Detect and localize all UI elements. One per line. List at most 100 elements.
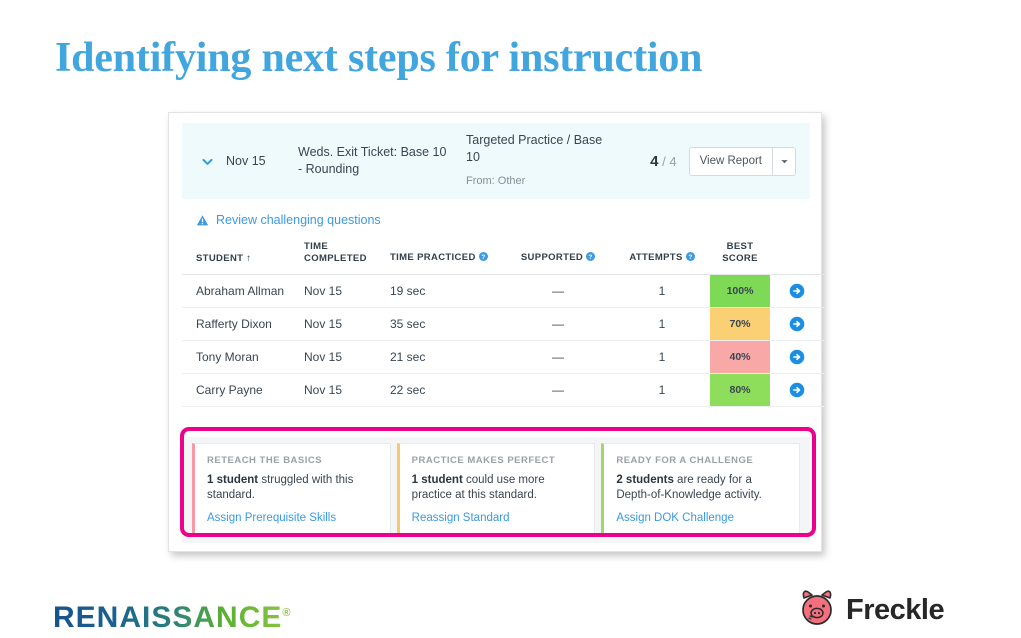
cell-time-completed: Nov 15 bbox=[304, 307, 390, 341]
cell-student: Abraham Allman bbox=[182, 274, 304, 308]
recommendation-body: 1 student could use more practice at thi… bbox=[412, 473, 583, 503]
arrow-right-circle-icon[interactable] bbox=[789, 283, 805, 299]
assignment-score-completed: 4 bbox=[650, 152, 659, 170]
recommendation-count: 2 students bbox=[616, 474, 674, 486]
column-header-time-practiced-label: TIME PRACTICED bbox=[390, 252, 476, 263]
report-card-inner: Nov 15 Weds. Exit Ticket: Base 10 - Roun… bbox=[182, 123, 824, 543]
recommendation-title: RETEACH THE BASICS bbox=[207, 455, 323, 466]
score-badge: 100% bbox=[710, 275, 770, 307]
cell-time-practiced: 22 sec bbox=[390, 373, 502, 407]
recommendation-link[interactable]: Assign DOK Challenge bbox=[616, 512, 787, 524]
column-header-best-score-line1: BEST bbox=[726, 241, 754, 252]
cell-best-score: 80% bbox=[710, 373, 770, 407]
cell-best-score: 40% bbox=[710, 340, 770, 374]
cell-attempts: 1 bbox=[614, 340, 710, 374]
cell-student: Tony Moran bbox=[182, 340, 304, 374]
arrow-right-circle-icon[interactable] bbox=[789, 382, 805, 398]
recommendation-title: PRACTICE MAKES PERFECT bbox=[411, 455, 556, 466]
report-card: Nov 15 Weds. Exit Ticket: Base 10 - Roun… bbox=[168, 112, 824, 552]
table-body: Abraham Allman Nov 15 19 sec —1 100% Rafferty… bbox=[182, 274, 824, 407]
assignment-standard-text: Targeted Practice / Base 10 bbox=[466, 133, 603, 164]
student-roster-table: STUDENT ↑ TIME COMPLETED TIME PRACTICED?… bbox=[182, 237, 824, 407]
assignment-score: 4 / 4 bbox=[627, 153, 689, 170]
view-report-button-group[interactable]: View Report bbox=[688, 146, 796, 176]
pig-face-icon bbox=[797, 589, 837, 632]
cell-time-practiced: 19 sec bbox=[390, 274, 502, 308]
recommendation-card: READY FOR A CHALLENGE 2 students are read… bbox=[601, 443, 801, 537]
caret-down-icon[interactable] bbox=[772, 147, 795, 175]
cell-supported: — bbox=[502, 373, 614, 407]
column-header-best-score[interactable]: BEST SCORE bbox=[710, 237, 770, 275]
renaissance-logo: RENAISSANCE® bbox=[53, 601, 291, 635]
recommendation-card: RETEACH THE BASICS 1 student struggled wi… bbox=[192, 443, 391, 537]
recommendations-panel: RETEACH THE BASICS 1 student struggled wi… bbox=[182, 437, 810, 543]
recommendation-link[interactable]: Assign Prerequisite Skills bbox=[207, 512, 378, 524]
column-header-student[interactable]: STUDENT ↑ bbox=[182, 237, 304, 275]
recommendation-card: PRACTICE MAKES PERFECT 1 student could us… bbox=[396, 443, 596, 537]
cell-best-score: 70% bbox=[710, 307, 770, 341]
help-circle-icon[interactable]: ? bbox=[685, 252, 695, 265]
help-circle-icon[interactable]: ? bbox=[478, 252, 488, 265]
recommendation-count: 1 student bbox=[207, 474, 259, 486]
cell-time-completed: Nov 15 bbox=[304, 340, 390, 374]
svg-text:?: ? bbox=[688, 254, 692, 261]
cell-supported: — bbox=[502, 274, 614, 308]
recommendation-title: READY FOR A CHALLENGE bbox=[616, 455, 754, 466]
view-report-button[interactable]: View Report bbox=[690, 148, 772, 175]
column-header-time-completed[interactable]: TIME COMPLETED bbox=[304, 237, 390, 275]
renaissance-registered-mark: ® bbox=[282, 607, 292, 619]
recommendation-body: 1 student struggled with this standard. bbox=[207, 473, 378, 503]
svg-text:?: ? bbox=[481, 254, 485, 261]
column-header-best-score-line2: SCORE bbox=[722, 253, 758, 264]
cell-attempts: 1 bbox=[614, 307, 710, 341]
cell-student: Rafferty Dixon bbox=[182, 307, 304, 341]
svg-text:?: ? bbox=[589, 254, 593, 261]
table-header-row: STUDENT ↑ TIME COMPLETED TIME PRACTICED?… bbox=[182, 237, 824, 275]
cell-row-action[interactable] bbox=[770, 373, 824, 407]
cell-time-completed: Nov 15 bbox=[304, 274, 390, 308]
cell-row-action[interactable] bbox=[770, 307, 824, 341]
score-badge: 80% bbox=[710, 374, 770, 406]
recommendation-body: 2 students are ready for a Depth-of-Know… bbox=[616, 473, 787, 503]
arrow-right-circle-icon[interactable] bbox=[789, 316, 805, 332]
cell-best-score: 100% bbox=[710, 274, 770, 308]
cell-row-action[interactable] bbox=[770, 340, 824, 374]
column-header-time-practiced[interactable]: TIME PRACTICED? bbox=[390, 237, 502, 275]
chevron-down-icon[interactable] bbox=[194, 155, 220, 168]
cell-student: Carry Payne bbox=[182, 373, 304, 407]
warning-triangle-icon bbox=[196, 214, 209, 227]
column-header-actions bbox=[770, 237, 824, 275]
score-badge: 40% bbox=[710, 341, 770, 373]
cell-attempts: 1 bbox=[614, 274, 710, 308]
cell-supported: — bbox=[502, 340, 614, 374]
assignment-source: From: Other bbox=[466, 175, 526, 187]
table-row[interactable]: Carry Payne Nov 15 22 sec —1 80% bbox=[182, 373, 824, 407]
freckle-logo-text: Freckle bbox=[846, 594, 945, 626]
cell-row-action[interactable] bbox=[770, 274, 824, 308]
cell-supported: — bbox=[502, 307, 614, 341]
cell-time-practiced: 21 sec bbox=[390, 340, 502, 374]
review-challenging-questions-row[interactable]: Review challenging questions bbox=[182, 199, 810, 237]
arrow-right-circle-icon[interactable] bbox=[789, 349, 805, 365]
column-header-supported[interactable]: SUPPORTED? bbox=[502, 237, 614, 275]
score-badge: 70% bbox=[710, 308, 770, 340]
table-row[interactable]: Tony Moran Nov 15 21 sec —1 40% bbox=[182, 340, 824, 374]
cell-time-completed: Nov 15 bbox=[304, 373, 390, 407]
assignment-standard: Targeted Practice / Base 10 From: Other bbox=[466, 132, 627, 190]
assignment-header-row[interactable]: Nov 15 Weds. Exit Ticket: Base 10 - Roun… bbox=[182, 123, 810, 199]
review-challenging-questions-link[interactable]: Review challenging questions bbox=[216, 213, 381, 227]
page-title: Identifying next steps for instruction bbox=[55, 35, 703, 81]
table-header: STUDENT ↑ TIME COMPLETED TIME PRACTICED?… bbox=[182, 237, 824, 275]
column-header-attempts[interactable]: ATTEMPTS? bbox=[614, 237, 710, 275]
column-header-attempts-label: ATTEMPTS bbox=[629, 252, 683, 263]
column-header-supported-label: SUPPORTED bbox=[520, 252, 584, 263]
assignment-date: Nov 15 bbox=[226, 154, 266, 168]
table-row[interactable]: Abraham Allman Nov 15 19 sec —1 100% bbox=[182, 274, 824, 308]
freckle-logo: Freckle bbox=[797, 589, 945, 632]
cell-attempts: 1 bbox=[614, 373, 710, 407]
assignment-name: Weds. Exit Ticket: Base 10 - Rounding bbox=[298, 145, 447, 176]
recommendation-count: 1 student bbox=[411, 474, 463, 486]
help-circle-icon[interactable]: ? bbox=[586, 252, 596, 265]
table-row[interactable]: Rafferty Dixon Nov 15 35 sec —1 70% bbox=[182, 307, 824, 341]
recommendation-link[interactable]: Reassign Standard bbox=[412, 512, 583, 524]
